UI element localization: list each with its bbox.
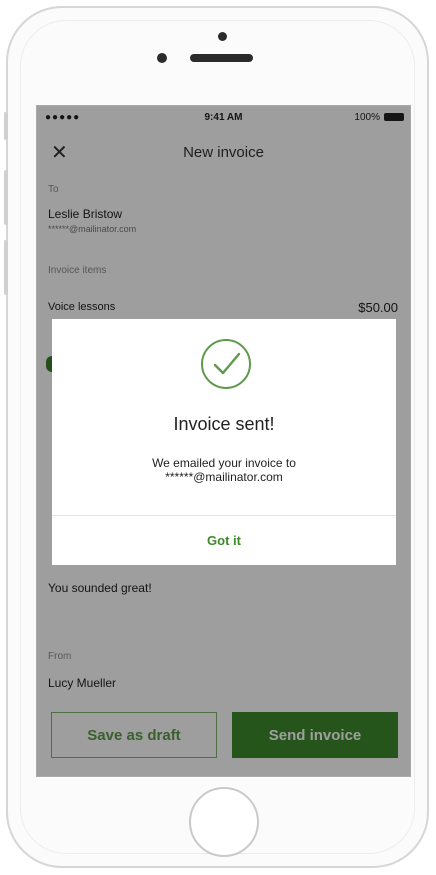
invoice-sent-dialog: Invoice sent! We emailed your invoice to…: [52, 319, 396, 565]
volume-up-button: [4, 170, 8, 225]
earpiece-speaker: [190, 54, 253, 62]
mute-switch: [4, 112, 8, 140]
got-it-button[interactable]: Got it: [52, 516, 396, 565]
home-button[interactable]: [189, 787, 259, 857]
front-camera: [218, 32, 227, 41]
phone-screen: ●●●●● 9:41 AM 100% ✕ New invoice To Lesl…: [36, 105, 411, 777]
dialog-message: We emailed your invoice to ******@mailin…: [92, 456, 356, 484]
dialog-title: Invoice sent!: [173, 414, 275, 434]
volume-down-button: [4, 240, 8, 295]
dialog-message-line2: ******@mailinator.com: [165, 470, 283, 484]
proximity-sensor: [157, 53, 167, 63]
check-circle-icon: [201, 339, 251, 389]
dialog-message-line1: We emailed your invoice to: [152, 456, 296, 470]
